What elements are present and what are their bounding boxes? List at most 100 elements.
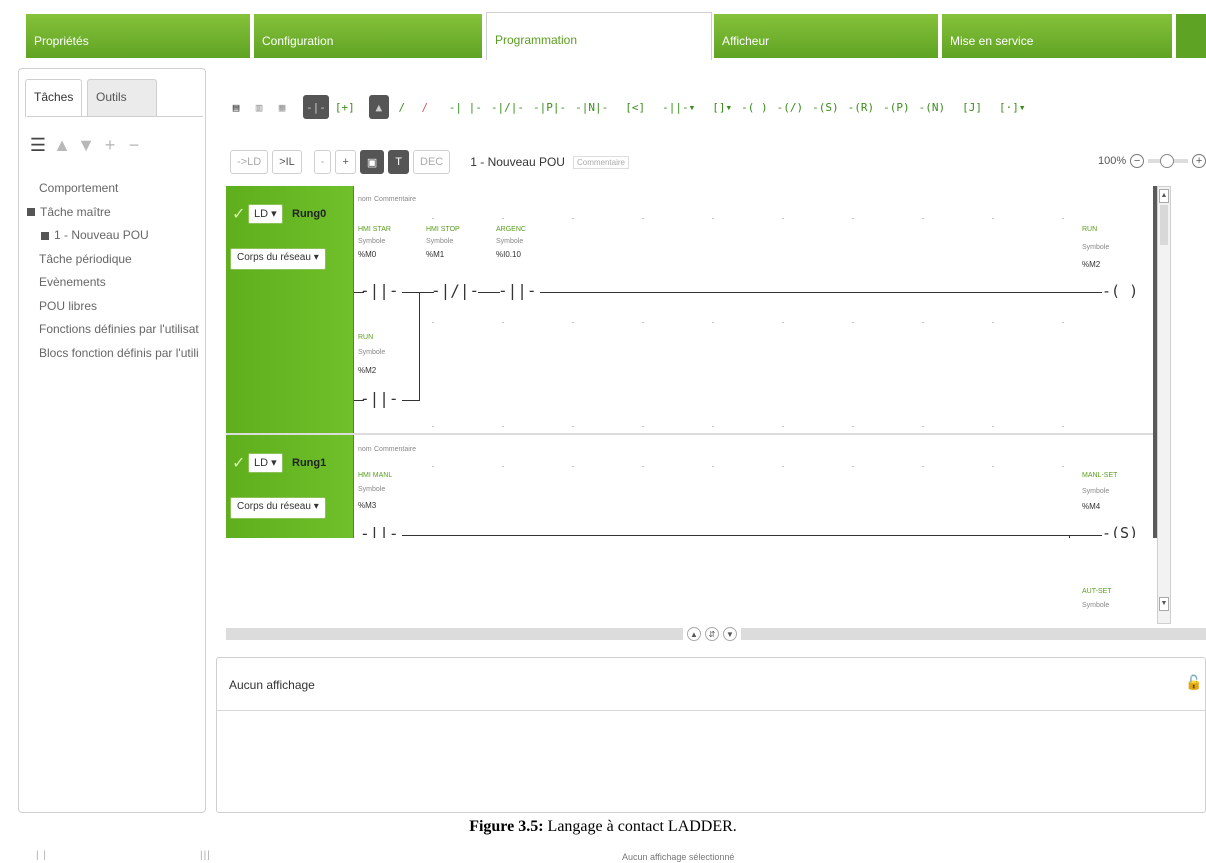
insert-rung-icon[interactable]: ▤ <box>226 95 246 119</box>
list-icon[interactable]: ☰ <box>29 134 47 156</box>
grid-dot <box>572 426 574 427</box>
select-pointer-icon[interactable]: ▲ <box>368 95 389 119</box>
rung-name: Rung1 <box>292 457 327 469</box>
operation-block-icon[interactable]: [·]▾ <box>996 95 1029 119</box>
rung-body-select[interactable]: Corps du réseau ▾ <box>230 497 326 519</box>
contact-no-icon[interactable]: -| |- <box>446 95 485 119</box>
add-icon[interactable]: + <box>101 134 119 156</box>
zoom-in-icon[interactable]: + <box>1192 154 1206 168</box>
collapse-button[interactable]: - <box>313 150 332 174</box>
tree-item-pou-libres[interactable]: POU libres <box>27 295 205 319</box>
panel-down-icon[interactable]: ▼ <box>723 627 737 641</box>
zoom-slider[interactable] <box>1148 154 1189 168</box>
convert-il-button[interactable]: >IL <box>272 150 302 174</box>
tab-programmation[interactable]: Programmation <box>486 12 712 60</box>
contact-symbol: HMI STOP <box>426 226 460 233</box>
contact-no[interactable]: -||- <box>360 391 399 407</box>
contact-sublabel: Symbole <box>426 238 454 245</box>
rung-body-select[interactable]: Corps du réseau ▾ <box>230 248 326 270</box>
contact-no[interactable]: -||- <box>360 283 399 299</box>
move-up-icon[interactable]: ▲ <box>53 134 71 156</box>
rung-0-header[interactable]: ✓ LD ▾ Rung0 Corps du réseau ▾ <box>226 186 354 433</box>
expand-button[interactable]: + <box>335 150 356 174</box>
rung-language-select[interactable]: LD ▾ <box>248 204 283 224</box>
tree-label: Comportement <box>39 181 119 195</box>
contact-no[interactable]: -||- <box>498 283 537 299</box>
check-icon: ✓ <box>232 455 246 472</box>
contact-no[interactable]: -||- <box>360 526 399 539</box>
remove-icon[interactable]: − <box>125 134 143 156</box>
coil-reset-icon[interactable]: -(R) <box>845 95 878 119</box>
tree-item-comportement[interactable]: Comportement <box>27 177 205 201</box>
zoom-slider-handle[interactable] <box>1160 154 1175 168</box>
coil-set[interactable]: -(S) <box>1102 526 1138 539</box>
dec-button[interactable]: DEC <box>413 150 451 174</box>
tree-item-nouveau-pou[interactable]: 1 - Nouveau POU <box>27 224 205 248</box>
rung-comment[interactable]: Commentaire <box>374 196 416 203</box>
contact-nc[interactable]: -|/|- <box>431 283 479 299</box>
rung-language-select[interactable]: LD ▾ <box>248 453 283 473</box>
coil-negated-icon[interactable]: -(/) <box>774 95 807 119</box>
horizontal-link-icon[interactable]: -|- <box>303 95 329 119</box>
side-tab-outils[interactable]: Outils <box>87 79 157 117</box>
vertical-scrollbar[interactable]: ▲ ▼ <box>1157 186 1171 624</box>
show-comment-button[interactable]: ▣ <box>359 150 385 174</box>
panel-up-icon[interactable]: ▲ <box>687 627 701 641</box>
contact-nc-icon[interactable]: -|/|- <box>488 95 527 119</box>
function-block-icon[interactable]: []▾ <box>709 95 735 119</box>
rung-comment-prefix: nom <box>358 196 372 203</box>
show-text-button[interactable]: T <box>388 150 410 174</box>
tree-item-blocs-fonction[interactable]: Blocs fonction définis par l'utili <box>27 342 205 366</box>
delete-rung-icon[interactable]: ▦ <box>272 95 292 119</box>
rung-1-header[interactable]: ✓ LD ▾ Rung1 Corps du réseau ▾ <box>226 435 354 538</box>
grid-dot <box>992 426 994 427</box>
contact-symbol: HMI MANL <box>358 472 393 479</box>
footer-status: Aucun affichage sélectionné <box>622 852 735 862</box>
scroll-down-icon[interactable]: ▼ <box>1159 597 1169 611</box>
grid-dot <box>1062 426 1064 427</box>
move-down-icon[interactable]: ▼ <box>77 134 95 156</box>
grid-dot <box>1062 218 1064 219</box>
branch-icon[interactable]: [+] <box>332 95 358 119</box>
tree-item-fonctions[interactable]: Fonctions définies par l'utilisat <box>27 318 205 342</box>
parallel-contact-icon[interactable]: -||-▾ <box>659 95 698 119</box>
panel-toggle-icon[interactable]: ⇵ <box>705 627 719 641</box>
coil-address: %M2 <box>1082 260 1101 269</box>
caption-text: Langage à contact LADDER. <box>543 818 737 835</box>
coil-negative-icon[interactable]: -(N) <box>916 95 949 119</box>
rung-comment[interactable]: Commentaire <box>374 446 416 453</box>
convert-ld-button[interactable]: ->LD <box>230 150 269 174</box>
tab-afficheur[interactable]: Afficheur <box>714 14 940 58</box>
tab-mise-en-service[interactable]: Mise en service <box>942 14 1174 58</box>
tree-item-tache-maitre[interactable]: Tâche maître <box>27 201 205 225</box>
button-label: - <box>320 156 325 168</box>
side-toolbar: ☰ ▲ ▼ + − <box>29 131 143 159</box>
grid-dot <box>782 322 784 323</box>
contact-n-icon[interactable]: -|N|- <box>572 95 611 119</box>
ladder-editor[interactable]: ✓ LD ▾ Rung0 Corps du réseau ▾ nom Comme… <box>226 186 1154 538</box>
draw-line-icon[interactable]: / <box>392 95 412 119</box>
collapse-icon[interactable] <box>27 208 35 217</box>
zoom-out-icon[interactable]: − <box>1130 154 1145 168</box>
contact-p-icon[interactable]: -|P|- <box>530 95 569 119</box>
scroll-up-icon[interactable]: ▲ <box>1159 189 1169 203</box>
tree-item-evenements[interactable]: Evènements <box>27 271 205 295</box>
tab-configuration[interactable]: Configuration <box>254 14 484 58</box>
pou-icon <box>41 231 49 240</box>
tab-proprietes[interactable]: Propriétés <box>26 14 252 58</box>
grid-dot <box>1062 322 1064 323</box>
erase-line-icon[interactable]: ∕ <box>415 95 435 119</box>
scroll-thumb[interactable] <box>1160 205 1168 245</box>
jump-icon[interactable]: [J] <box>959 95 985 119</box>
coil-positive-icon[interactable]: -(P) <box>880 95 913 119</box>
pou-comment-field[interactable]: Commentaire <box>572 155 629 169</box>
coil-icon[interactable]: -( ) <box>738 95 771 119</box>
unlock-icon[interactable]: 🔓 <box>1185 674 1202 694</box>
compare-block-icon[interactable]: [<] <box>622 95 648 119</box>
coil-set-icon[interactable]: -(S) <box>809 95 842 119</box>
coil-output[interactable]: -( ) <box>1102 284 1138 299</box>
grid-dot <box>1062 466 1064 467</box>
insert-rung-after-icon[interactable]: ▥ <box>249 95 269 119</box>
tree-item-tache-periodique[interactable]: Tâche périodique <box>27 248 205 272</box>
side-tab-taches[interactable]: Tâches <box>25 79 83 117</box>
